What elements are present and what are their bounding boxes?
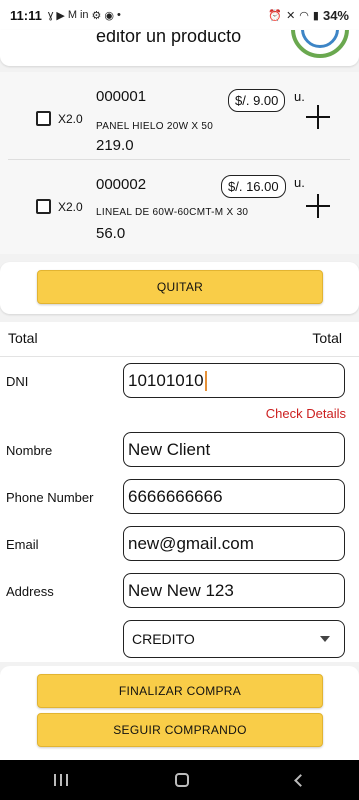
system-navigation-bar — [0, 760, 359, 800]
address-value: New New 123 — [128, 580, 234, 600]
payment-method-value: CREDITO — [132, 631, 195, 647]
linkedin-icon: in — [79, 8, 89, 21]
video-icon: ▶ — [56, 9, 65, 22]
payment-method-select[interactable]: CREDITO — [123, 620, 345, 658]
wifi-icon: ◠ — [299, 9, 309, 22]
home-icon[interactable] — [174, 773, 189, 787]
page-title: editor un producto — [96, 30, 242, 46]
email-field[interactable]: new@gmail.com — [123, 526, 345, 561]
notification-icons: ɣ ▶ M in ⚙ ◉ • — [48, 9, 121, 22]
text-cursor — [204, 370, 207, 391]
address-field[interactable]: New New 123 — [123, 573, 345, 608]
item-price-field[interactable]: $/. 9.00 — [228, 89, 286, 112]
alarm-icon: ⏰ — [268, 9, 283, 22]
finish-purchase-button[interactable]: FINALIZAR COMPRA — [37, 674, 323, 708]
cart-item: X2.0 000002 LINEAL DE 60W-60CMT-M X 30 5… — [8, 162, 350, 250]
back-icon[interactable] — [294, 773, 308, 787]
name-value: New Client — [128, 439, 211, 459]
spotify-icon: ◉ — [104, 9, 115, 22]
divider — [0, 356, 359, 357]
dni-field[interactable]: 10101010 — [123, 363, 345, 398]
cart-items-list: X2.0 000001 PANEL HIELO 20W X 50 219.0 $… — [0, 72, 359, 254]
name-label: Nombre — [6, 443, 53, 458]
plus-icon[interactable] — [306, 194, 330, 218]
email-label: Email — [6, 537, 39, 552]
dropdown-arrow-icon — [320, 636, 330, 642]
dni-label: DNI — [6, 374, 29, 389]
item-quantity: X2.0 — [58, 200, 83, 214]
check-details-link[interactable]: Check Details — [266, 406, 346, 421]
email-value: new@gmail.com — [128, 533, 254, 553]
item-checkbox[interactable] — [36, 199, 51, 214]
item-checkbox[interactable] — [36, 111, 51, 126]
recents-icon[interactable] — [53, 774, 68, 786]
continue-shopping-button[interactable]: SEGUIR COMPRANDO — [37, 713, 323, 747]
total-value: Total — [312, 330, 342, 346]
gear-icon: ⚙ — [91, 9, 102, 22]
remove-button[interactable]: QUITAR — [37, 270, 323, 304]
system-icons: ⏰ ✕ ◠ ▮ 34% — [268, 8, 349, 23]
remove-card: QUITAR — [0, 262, 359, 314]
name-field[interactable]: New Client — [123, 432, 345, 467]
cart-item: X2.0 000001 PANEL HIELO 20W X 50 219.0 $… — [8, 72, 350, 160]
gesture-icon: ɣ — [47, 8, 54, 21]
item-code: 000001 — [96, 88, 147, 105]
mute-icon: ✕ — [286, 9, 296, 22]
checkout-actions: FINALIZAR COMPRA SEGUIR COMPRANDO — [0, 666, 359, 760]
status-bar: 11:11 ɣ ▶ M in ⚙ ◉ • ⏰ ✕ ◠ ▮ 34% — [0, 0, 359, 30]
brand-seal-icon — [291, 30, 349, 58]
item-description: PANEL HIELO 20W X 50 — [96, 121, 214, 132]
item-quantity: X2.0 — [58, 112, 83, 126]
battery-level: 34% — [322, 7, 349, 23]
status-time: 11:11 — [10, 7, 42, 23]
item-unit: u. — [294, 175, 305, 190]
item-unit: u. — [294, 89, 305, 104]
customer-form: Total Total DNI 10101010 Check Details N… — [0, 322, 359, 662]
address-label: Address — [6, 584, 54, 599]
signal-icon: ▮ — [312, 9, 319, 22]
total-label: Total — [8, 330, 38, 346]
phone-label: Phone Number — [6, 490, 94, 505]
item-total: 219.0 — [96, 137, 134, 154]
phone-value: 6666666666 — [128, 486, 223, 506]
item-total: 56.0 — [96, 225, 126, 242]
gmail-icon: M — [67, 8, 77, 21]
dni-value: 10101010 — [128, 370, 204, 390]
item-description: LINEAL DE 60W-60CMT-M X 30 — [96, 207, 249, 218]
item-price-field[interactable]: $/. 16.00 — [221, 175, 286, 198]
dot-icon: • — [117, 8, 121, 21]
item-code: 000002 — [96, 176, 147, 193]
header-card: editor un producto — [0, 30, 359, 66]
phone-field[interactable]: 6666666666 — [123, 479, 345, 514]
plus-icon[interactable] — [306, 105, 330, 129]
